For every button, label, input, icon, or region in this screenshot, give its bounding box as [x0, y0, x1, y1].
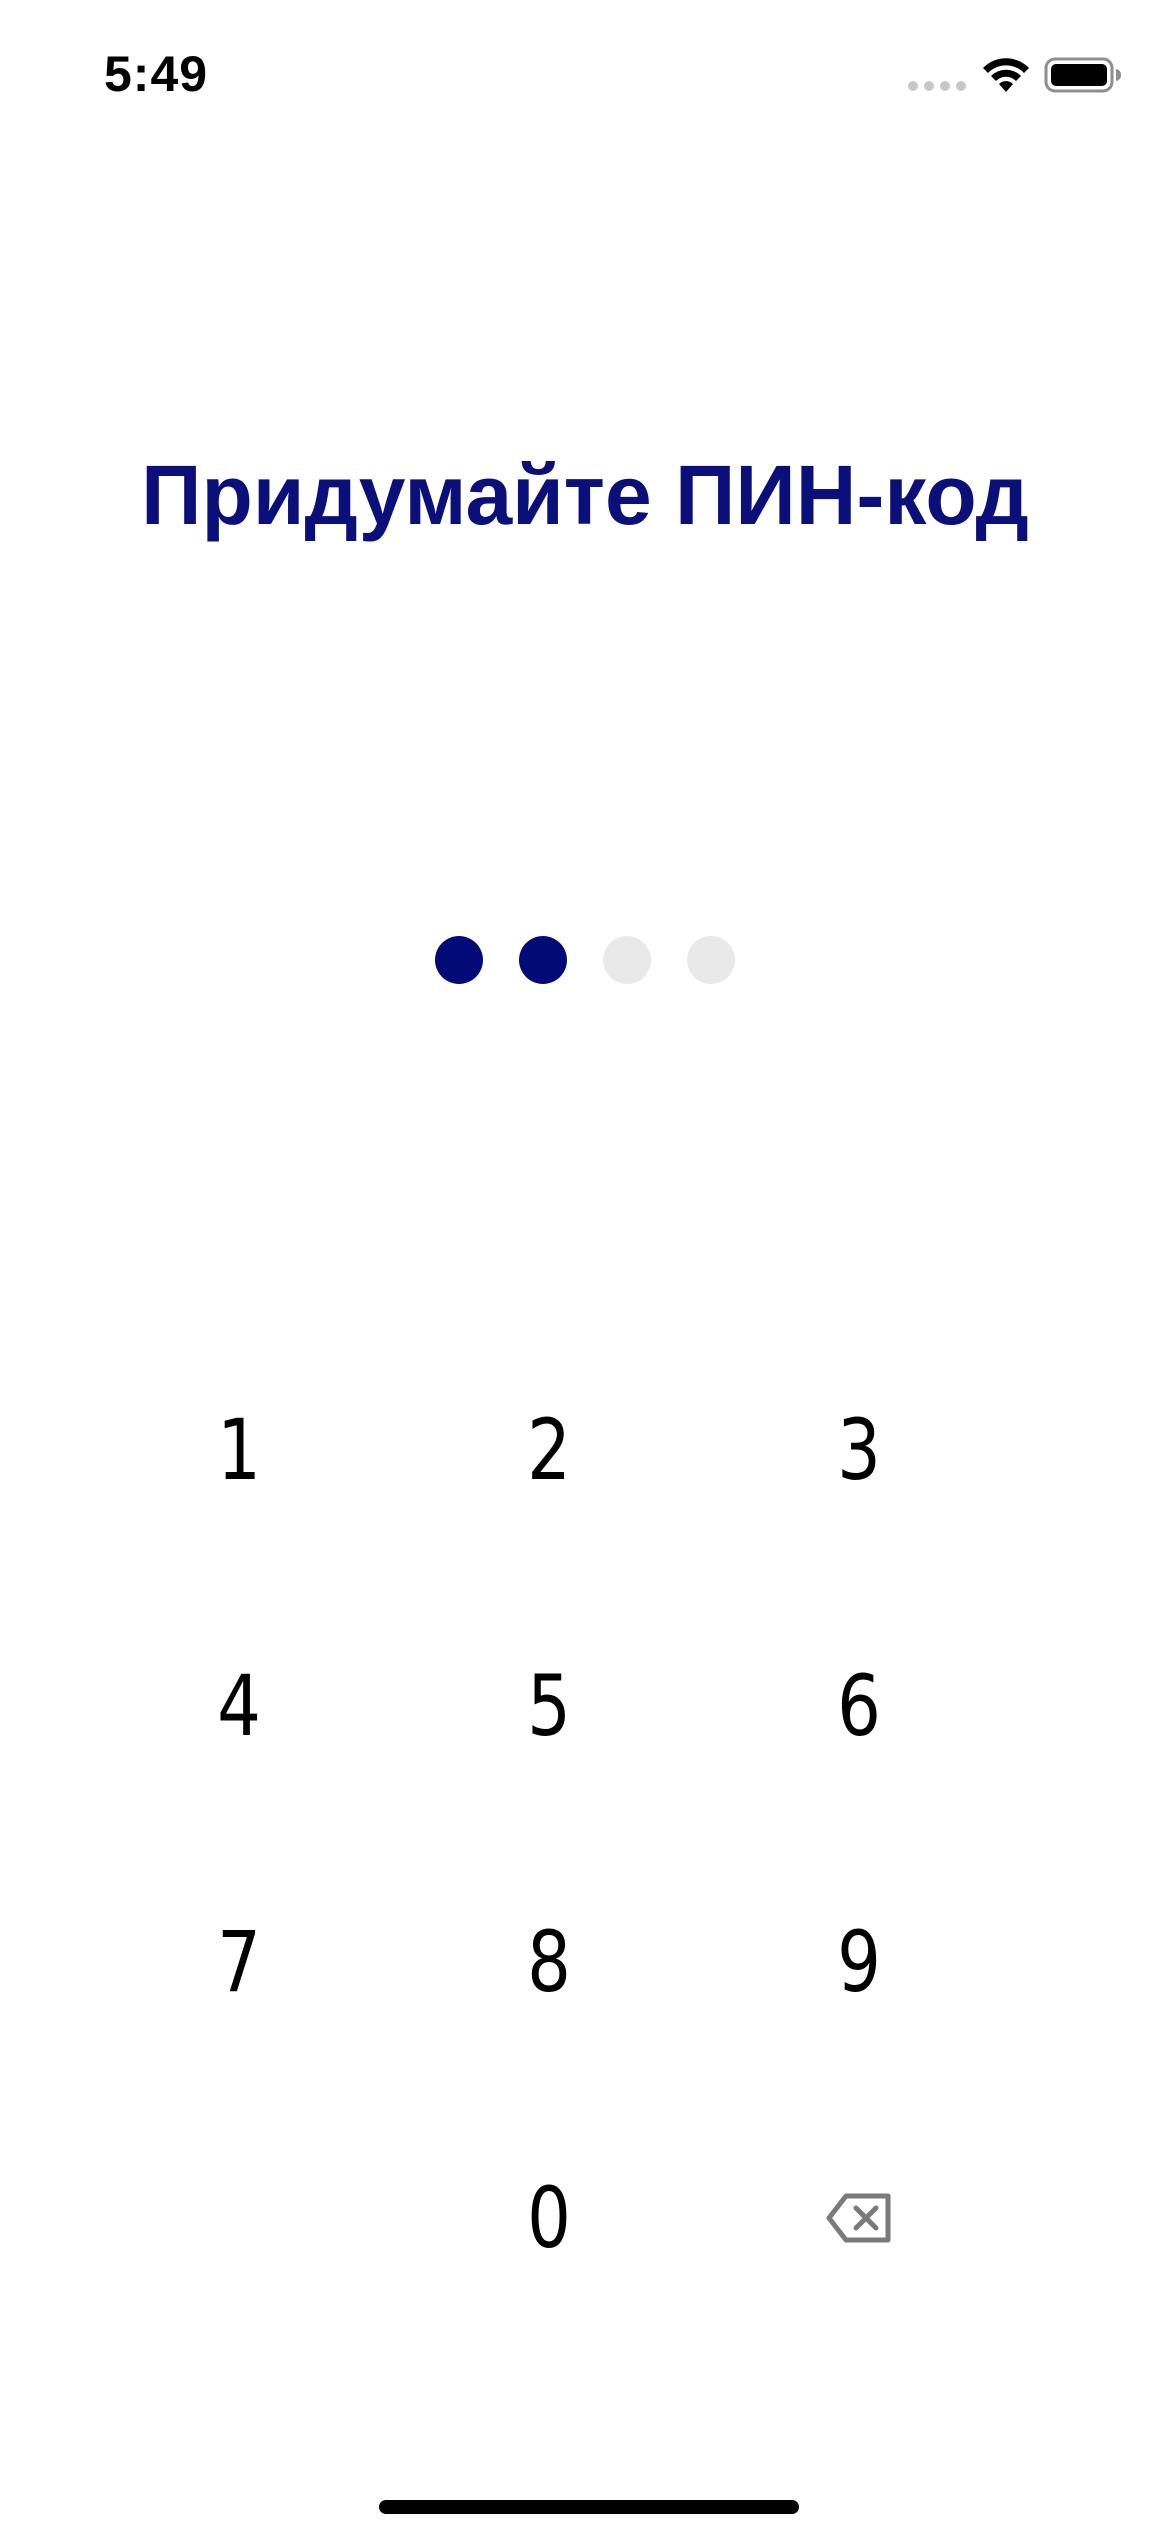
status-bar: 5:49 [0, 0, 1170, 150]
pin-dot-1 [435, 936, 483, 984]
key-4[interactable]: 4 [112, 1578, 366, 1834]
key-0[interactable]: 0 [422, 2090, 676, 2346]
key-empty [112, 2090, 366, 2346]
key-5[interactable]: 5 [422, 1578, 676, 1834]
pin-dot-2 [519, 936, 567, 984]
key-1[interactable]: 1 [112, 1322, 366, 1578]
key-9[interactable]: 9 [732, 1834, 986, 2090]
status-time: 5:49 [104, 46, 209, 102]
numeric-keypad: 1 2 3 4 5 6 7 8 9 0 [84, 1322, 1014, 2346]
home-indicator[interactable] [379, 2500, 799, 2514]
backspace-icon [826, 2193, 891, 2243]
key-3[interactable]: 3 [732, 1322, 986, 1578]
cellular-signal-icon [908, 81, 966, 91]
pin-dot-3 [603, 936, 651, 984]
wifi-icon [983, 58, 1029, 92]
pin-dot-4 [687, 936, 735, 984]
key-2[interactable]: 2 [422, 1322, 676, 1578]
page-title: Придумайте ПИН-код [141, 448, 1029, 542]
battery-icon [1044, 57, 1121, 93]
backspace-button[interactable] [704, 2090, 1014, 2346]
pin-indicator [0, 936, 1170, 986]
key-6[interactable]: 6 [732, 1578, 986, 1834]
key-7[interactable]: 7 [112, 1834, 366, 2090]
key-8[interactable]: 8 [422, 1834, 676, 2090]
